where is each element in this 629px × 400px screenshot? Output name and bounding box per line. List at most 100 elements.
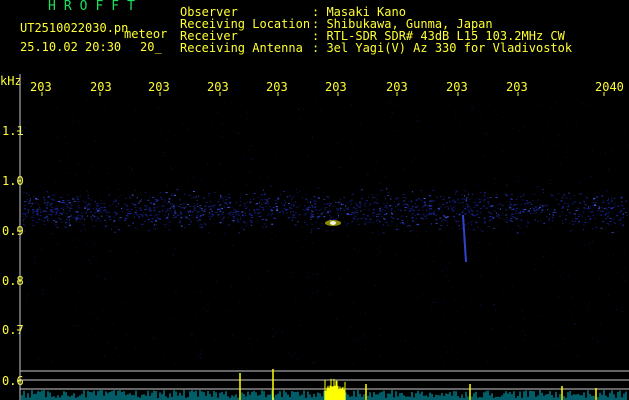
carrier-pixel [268,198,271,200]
noise-pixel [333,111,335,112]
noise-pixel [126,302,128,304]
carrier-pixel [359,201,361,203]
noise-pixel [77,325,79,327]
carrier-pixel [416,205,419,207]
noise-pixel [383,103,385,105]
carrier-pixel [159,218,161,220]
carrier-pixel [32,224,35,226]
carrier-pixel [155,220,158,222]
noise-pixel [485,103,487,105]
carrier-pixel [290,207,293,209]
carrier-pixel [253,198,255,200]
noise-pixel [558,135,560,137]
noise-pixel [431,276,433,278]
carrier-pixel [62,212,65,214]
noise-pixel [417,151,419,153]
noise-pixel [609,278,611,280]
noise-pixel [131,169,132,171]
carrier-pixel [402,215,404,217]
carrier-pixel [401,222,404,224]
carrier-pixel [292,217,295,219]
carrier-pixel [56,226,59,228]
carrier-pixel [600,227,603,229]
carrier-pixel [153,224,155,226]
noise-pixel [508,281,510,283]
carrier-pixel [399,222,401,224]
noise-pixel [368,349,370,351]
noise-pixel [521,310,523,312]
carrier-pixel [85,203,87,205]
noise-pixel [84,229,86,231]
carrier-pixel [405,207,408,208]
carrier-pixel [167,209,168,211]
carrier-pixel [171,203,174,205]
noise-pixel [501,207,503,209]
noise-pixel [58,318,60,320]
noise-pixel [47,353,49,355]
noise-pixel [66,142,68,144]
noise-pixel [312,274,314,276]
carrier-pixel [187,212,189,214]
carrier-pixel [373,216,375,218]
carrier-pixel [332,205,334,207]
carrier-pixel [439,217,442,219]
carrier-pixel [437,209,439,211]
noise-pixel [526,214,528,216]
carrier-pixel [386,202,388,204]
carrier-pixel [509,197,512,199]
carrier-pixel [621,197,622,199]
carrier-pixel [467,197,469,199]
carrier-pixel [568,192,570,194]
carrier-pixel [478,217,481,218]
carrier-pixel [520,196,523,198]
carrier-pixel [422,210,424,211]
noise-pixel [280,247,282,249]
noise-pixel [280,120,282,122]
carrier-pixel [187,204,190,206]
noise-pixel [214,199,216,201]
carrier-pixel [93,225,95,227]
noise-pixel [426,159,428,161]
noise-pixel [576,355,578,357]
carrier-pixel [379,208,381,210]
carrier-pixel [265,199,268,201]
carrier-pixel [147,219,150,220]
noise-pixel [455,351,457,353]
carrier-pixel [346,208,349,210]
noise-pixel [256,339,258,340]
carrier-pixel [23,208,26,210]
carrier-pixel [268,203,269,205]
carrier-pixel [52,199,55,201]
carrier-pixel [221,215,223,217]
carrier-pixel [145,205,148,207]
noise-pixel [175,171,177,172]
noise-pixel [546,279,548,281]
noise-pixel [407,222,409,224]
noise-pixel [323,265,325,267]
carrier-pixel [515,218,518,220]
carrier-pixel [622,208,625,210]
carrier-pixel [597,210,600,212]
noise-pixel [624,280,626,282]
noise-pixel [524,318,525,320]
carrier-pixel [517,203,519,205]
carrier-pixel [39,215,42,217]
carrier-pixel [127,225,130,227]
carrier-pixel [355,208,358,210]
carrier-pixel [487,203,490,205]
noise-pixel [314,362,315,364]
carrier-pixel [250,224,252,226]
carrier-pixel [595,202,597,203]
noise-pixel [95,132,97,134]
carrier-pixel [376,216,377,218]
carrier-pixel [604,214,606,216]
noise-pixel [107,343,109,345]
noise-pixel [601,340,603,342]
carrier-pixel [587,215,590,217]
noise-pixel [375,306,377,308]
carrier-pixel [257,213,259,215]
noise-pixel [260,269,262,271]
noise-pixel [434,134,436,136]
carrier-pixel [411,200,413,202]
carrier-pixel [505,221,507,223]
